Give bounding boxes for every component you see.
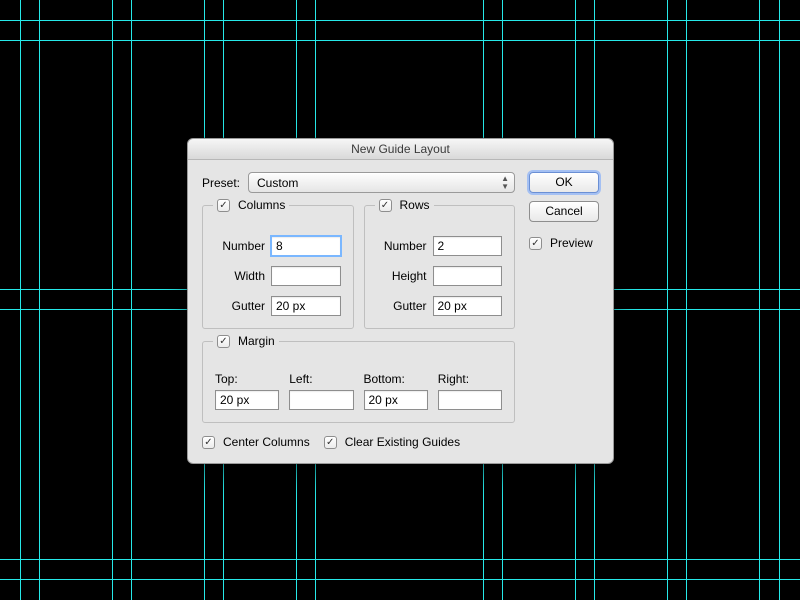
margin-left-input[interactable] — [289, 390, 353, 410]
guide-vertical — [112, 0, 113, 600]
rows-gutter-input[interactable]: 20 px — [433, 296, 503, 316]
preview-label: Preview — [550, 236, 593, 250]
rows-number-input[interactable]: 2 — [433, 236, 503, 256]
margin-left-label: Left: — [289, 372, 353, 386]
ok-button[interactable]: OK — [529, 172, 599, 193]
preview-checkbox[interactable]: ✓ — [529, 237, 542, 250]
guide-vertical — [759, 0, 760, 600]
dropdown-arrows-icon: ▲▼ — [501, 175, 509, 191]
rows-legend: Rows — [400, 198, 430, 212]
guide-vertical — [686, 0, 687, 600]
guide-horizontal — [0, 559, 800, 560]
columns-group: ✓ Columns Number 8 Width Gutter — [202, 205, 354, 329]
columns-gutter-label: Gutter — [215, 299, 271, 313]
guide-vertical — [39, 0, 40, 600]
rows-checkbox[interactable]: ✓ — [379, 199, 392, 212]
columns-width-input[interactable] — [271, 266, 341, 286]
rows-height-label: Height — [377, 269, 433, 283]
margin-checkbox[interactable]: ✓ — [217, 335, 230, 348]
rows-gutter-label: Gutter — [377, 299, 433, 313]
margin-bottom-label: Bottom: — [364, 372, 428, 386]
center-columns-label: Center Columns — [223, 435, 310, 449]
clear-guides-checkbox[interactable]: ✓ — [324, 436, 337, 449]
cancel-button[interactable]: Cancel — [529, 201, 599, 222]
margin-bottom-input[interactable]: 20 px — [364, 390, 428, 410]
columns-width-label: Width — [215, 269, 271, 283]
margin-group: ✓ Margin Top: 20 px Left: Bott — [202, 341, 515, 423]
rows-height-input[interactable] — [433, 266, 503, 286]
columns-number-input[interactable]: 8 — [271, 236, 341, 256]
margin-top-label: Top: — [215, 372, 279, 386]
margin-top-input[interactable]: 20 px — [215, 390, 279, 410]
columns-number-label: Number — [215, 239, 271, 253]
guide-vertical — [667, 0, 668, 600]
guide-horizontal — [0, 40, 800, 41]
center-columns-checkbox[interactable]: ✓ — [202, 436, 215, 449]
rows-group: ✓ Rows Number 2 Height Gutter — [364, 205, 516, 329]
guide-vertical — [779, 0, 780, 600]
guide-horizontal — [0, 20, 800, 21]
columns-legend: Columns — [238, 198, 285, 212]
margin-right-input[interactable] — [438, 390, 502, 410]
guide-horizontal — [0, 579, 800, 580]
new-guide-layout-dialog: New Guide Layout Preset: Custom ▲▼ ✓ — [187, 138, 614, 464]
preset-value: Custom — [257, 176, 298, 190]
preset-label: Preset: — [202, 176, 240, 190]
rows-number-label: Number — [377, 239, 433, 253]
columns-checkbox[interactable]: ✓ — [217, 199, 230, 212]
dialog-title: New Guide Layout — [188, 139, 613, 160]
preset-dropdown[interactable]: Custom ▲▼ — [248, 172, 515, 193]
columns-gutter-input[interactable]: 20 px — [271, 296, 341, 316]
clear-guides-label: Clear Existing Guides — [345, 435, 460, 449]
guide-vertical — [131, 0, 132, 600]
guide-vertical — [20, 0, 21, 600]
margin-right-label: Right: — [438, 372, 502, 386]
margin-legend: Margin — [238, 334, 275, 348]
